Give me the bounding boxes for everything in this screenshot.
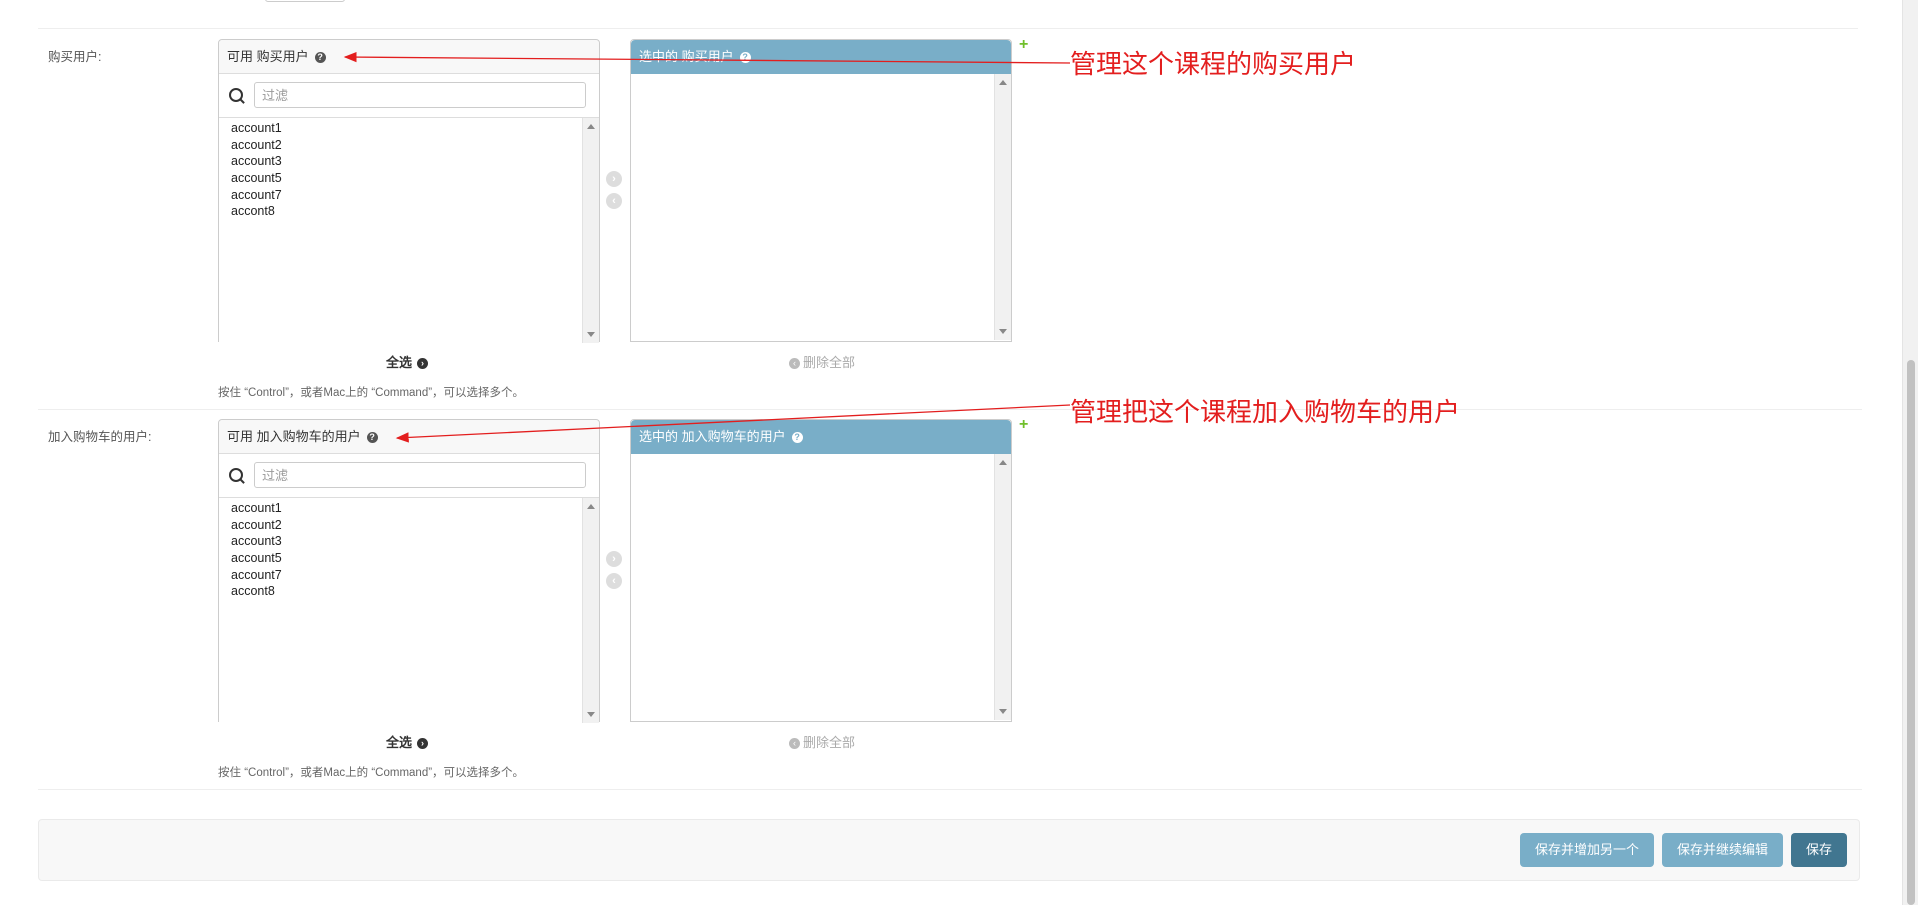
plus-icon[interactable]: + [1019,36,1028,54]
search-icon [229,468,243,482]
scroll-down-icon[interactable] [587,712,595,717]
chosen-title-text: 选中的 购买用户 [639,49,734,64]
available-title: 可用 加入购物车的用户? [219,420,599,454]
save-add-another-button[interactable]: 保存并增加另一个 [1520,833,1654,867]
list-scrollbar[interactable] [994,454,1011,720]
list-item[interactable]: account2 [219,517,599,534]
arrow-left-circle-icon: ‹ [789,358,800,370]
list-item[interactable]: account7 [219,187,599,204]
save-button[interactable]: 保存 [1791,833,1847,867]
arrow-left-circle-icon[interactable]: ‹ [606,193,622,209]
submit-row: 保存并增加另一个 保存并继续编辑 保存 [38,819,1860,881]
available-selector: 可用 购买用户? account1 account2 account3 acco… [218,39,600,343]
previous-field-input[interactable] [265,0,345,2]
question-circle-icon[interactable]: ? [314,52,326,64]
field-label: 购买用户: [48,50,102,64]
list-item[interactable]: account3 [219,153,599,170]
chosen-list[interactable] [631,74,1011,340]
chosen-selector: 选中的 加入购物车的用户? [630,419,1012,722]
search-icon [229,88,243,102]
save-continue-button[interactable]: 保存并继续编辑 [1662,833,1783,867]
arrow-right-circle-icon: › [417,738,429,750]
list-item[interactable]: account3 [219,533,599,550]
choose-all-link[interactable]: 全选 › [386,352,429,371]
scroll-down-icon[interactable] [999,329,1007,334]
list-item[interactable]: account5 [219,550,599,567]
available-title-text: 可用 购买用户 [227,49,309,64]
arrow-right-circle-icon[interactable]: › [606,551,622,567]
field-label: 加入购物车的用户: [48,430,152,444]
help-text: 按住 “Control”，或者Mac上的 “Command”，可以选择多个。 [218,767,525,779]
question-circle-icon[interactable]: ? [366,432,378,444]
choose-all-link[interactable]: 全选 › [386,732,429,751]
list-item[interactable]: account5 [219,170,599,187]
list-scrollbar[interactable] [582,118,599,343]
available-selector: 可用 加入购物车的用户? account1 account2 account3 … [218,419,600,723]
filter-row [219,454,599,498]
list-scrollbar[interactable] [994,74,1011,340]
scroll-up-icon[interactable] [999,80,1007,85]
question-circle-icon[interactable]: ? [791,432,803,444]
page-scrollbar[interactable] [1902,0,1918,905]
scroll-up-icon[interactable] [587,124,595,129]
list-item[interactable]: account1 [219,120,599,137]
remove-all-label: 删除全部 [803,735,856,750]
choose-all-label: 全选 [386,355,413,370]
arrow-right-circle-icon: › [417,358,429,370]
list-item[interactable]: accont8 [219,583,599,600]
scroll-up-icon[interactable] [999,460,1007,465]
remove-all-link[interactable]: ‹ 删除全部 [789,732,855,751]
list-item[interactable]: account7 [219,567,599,584]
available-title-text: 可用 加入购物车的用户 [227,429,361,444]
scroll-up-icon[interactable] [587,504,595,509]
available-list[interactable]: account1 account2 account3 account5 acco… [219,118,599,343]
question-circle-icon[interactable]: ? [739,52,751,64]
scroll-down-icon[interactable] [587,332,595,337]
page-scrollbar-thumb[interactable] [1907,360,1915,905]
list-scrollbar[interactable] [582,498,599,723]
previous-field-row [38,0,1858,29]
list-item[interactable]: account1 [219,500,599,517]
available-list[interactable]: account1 account2 account3 account5 acco… [219,498,599,723]
plus-icon[interactable]: + [1019,416,1028,434]
arrow-left-circle-icon: ‹ [789,738,800,750]
remove-all-label: 删除全部 [803,355,856,370]
chosen-selector: 选中的 购买用户? [630,39,1012,342]
list-item[interactable]: accont8 [219,203,599,220]
arrow-right-circle-icon[interactable]: › [606,171,622,187]
chosen-list[interactable] [631,454,1011,720]
arrow-left-circle-icon[interactable]: ‹ [606,573,622,589]
chosen-title: 选中的 购买用户? [631,40,1011,74]
available-title: 可用 购买用户? [219,40,599,74]
list-item[interactable]: account2 [219,137,599,154]
chosen-title-text: 选中的 加入购物车的用户 [639,429,786,444]
annotation-text: 管理这个课程的购买用户 [1070,50,1357,80]
chosen-title: 选中的 加入购物车的用户? [631,420,1011,454]
choose-all-label: 全选 [386,735,413,750]
filter-input[interactable] [254,462,586,488]
scroll-down-icon[interactable] [999,709,1007,714]
filter-row [219,74,599,118]
filter-input[interactable] [254,82,586,108]
help-text: 按住 “Control”，或者Mac上的 “Command”，可以选择多个。 [218,387,525,399]
annotation-text: 管理把这个课程加入购物车的用户 [1070,398,1461,428]
remove-all-link[interactable]: ‹ 删除全部 [789,352,855,371]
